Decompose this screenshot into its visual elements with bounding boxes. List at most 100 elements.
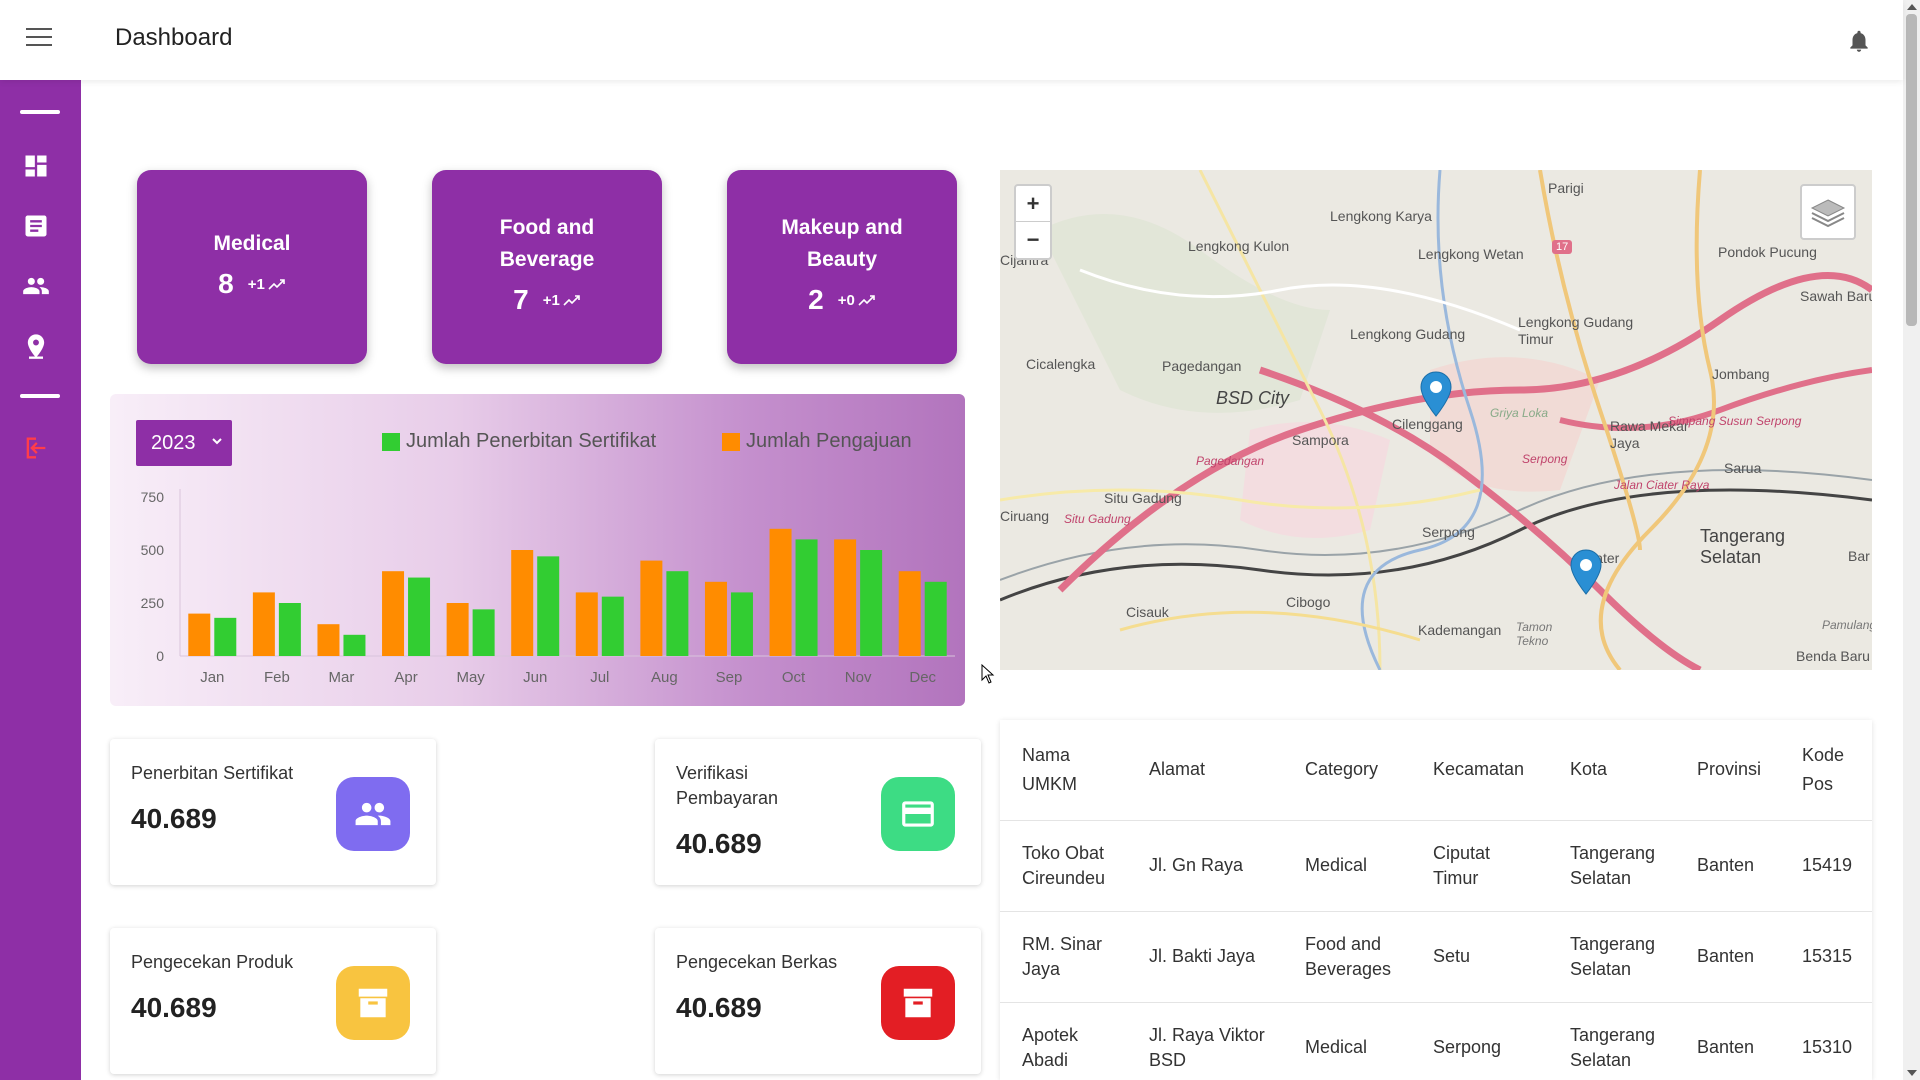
table-cell: Apotek Abadi: [1000, 1002, 1127, 1080]
bar-penerbitan: [924, 581, 947, 656]
map-label: Pondok Pucung: [1718, 244, 1817, 260]
road-label: Griya Loka: [1490, 406, 1549, 420]
road-label: Pamulang: [1822, 618, 1872, 632]
bar-penerbitan: [343, 634, 366, 656]
bar-penerbitan: [278, 603, 301, 656]
bar-pengajuan: [769, 528, 792, 656]
stat-icon-button[interactable]: [881, 966, 955, 1040]
bar-pengajuan: [446, 603, 469, 656]
category-count: 2: [808, 284, 824, 315]
table-cell: Tangerang Selatan: [1548, 911, 1675, 1003]
stat-card-verifikasi-pembayaran[interactable]: Verifikasi Pembayaran 40.689: [655, 739, 981, 885]
credit-card-icon: [902, 801, 934, 827]
y-tick-label: 250: [141, 595, 165, 611]
x-tick-label: Nov: [845, 669, 872, 686]
hamburger-menu-icon[interactable]: [26, 28, 52, 50]
archive-box-icon: [903, 988, 933, 1018]
x-tick-label: Feb: [264, 669, 290, 686]
map[interactable]: Parigi Lengkong Karya Lengkong Kulon Len…: [1000, 170, 1872, 670]
bar-penerbitan: [666, 571, 689, 656]
road-label: Pagedangan: [1196, 454, 1265, 468]
map-label: Ciruang: [1000, 508, 1050, 524]
x-tick-label: Jul: [590, 669, 609, 686]
stat-card-pengecekan-berkas[interactable]: Pengecekan Berkas 40.689: [655, 928, 981, 1074]
x-tick-label: Jun: [523, 669, 547, 686]
table-cell: Ciputat Timur: [1411, 820, 1548, 912]
scroll-up-arrow-icon[interactable]: [1907, 4, 1917, 10]
table-cell: 15310: [1780, 1002, 1872, 1080]
table-cell: 15419: [1780, 820, 1872, 912]
column-header[interactable]: Kecamatan: [1411, 720, 1548, 821]
map-layers-button[interactable]: [1800, 184, 1856, 240]
table-row[interactable]: RM. Sinar Jaya Jl. Bakti Jaya Food and B…: [1000, 911, 1872, 1003]
table-row[interactable]: Toko Obat Cireundeu Jl. Gn Raya Medical …: [1000, 820, 1872, 912]
zoom-in-button[interactable]: +: [1016, 186, 1050, 222]
column-header[interactable]: Alamat: [1127, 720, 1283, 821]
map-label: Serpong: [1422, 524, 1475, 540]
stat-icon-button[interactable]: [336, 777, 410, 851]
trending-up-icon: [858, 295, 875, 306]
scrollbar[interactable]: [1903, 0, 1920, 1080]
x-tick-label: Mar: [329, 669, 355, 686]
bar-penerbitan: [408, 577, 431, 656]
column-header[interactable]: Category: [1283, 720, 1411, 821]
category-delta: +1: [248, 276, 286, 293]
document-icon[interactable]: [22, 212, 50, 240]
x-tick-label: Apr: [394, 669, 417, 686]
category-card-medical[interactable]: Medical 8 +1: [137, 170, 367, 364]
logout-icon[interactable]: [22, 434, 50, 462]
bar-pengajuan: [898, 571, 921, 656]
bar-penerbitan: [537, 556, 560, 656]
road-label: Serpong: [1522, 452, 1568, 466]
dashboard-icon[interactable]: [22, 152, 50, 180]
zoom-out-button[interactable]: −: [1016, 222, 1050, 258]
table-cell: Banten: [1675, 911, 1780, 1003]
column-header[interactable]: Provinsi: [1675, 720, 1780, 821]
map-label: Cibogo: [1286, 594, 1331, 610]
category-delta: +0: [838, 292, 876, 309]
trending-up-icon: [268, 279, 285, 290]
road-label: Jalan Ciater Raya: [1614, 478, 1710, 492]
table-cell: Toko Obat Cireundeu: [1000, 820, 1127, 912]
category-delta: +1: [543, 292, 581, 309]
map-label: Cisauk: [1126, 604, 1169, 620]
people-icon[interactable]: [22, 272, 50, 300]
map-label: Sawah Baru: [1800, 288, 1872, 304]
stat-value: 40.689: [131, 803, 217, 834]
layers-icon: [1810, 199, 1846, 228]
location-pin-icon[interactable]: [22, 332, 50, 360]
bar-pengajuan: [382, 571, 405, 656]
category-card-makeup-and-beauty[interactable]: Makeup and Beauty 2 +0: [727, 170, 957, 364]
sidebar: [0, 80, 81, 1080]
x-tick-label: Sep: [716, 669, 743, 686]
stat-card-penerbitan-sertifikat[interactable]: Penerbitan Sertifikat 40.689: [110, 739, 436, 885]
bar-pengajuan: [511, 550, 534, 656]
map-marker-icon[interactable]: [1569, 548, 1603, 596]
column-header[interactable]: Nama UMKM: [1000, 720, 1127, 821]
map-label: Lengkong Kulon: [1188, 238, 1290, 254]
stat-icon-button[interactable]: [881, 777, 955, 851]
map-label: Sampora: [1292, 432, 1349, 448]
table-cell: RM. Sinar Jaya: [1000, 911, 1127, 1003]
category-card-food-and-beverage[interactable]: Food and Beverage 7 +1: [432, 170, 662, 364]
map-label: Pagedangan: [1162, 358, 1242, 374]
scroll-down-arrow-icon[interactable]: [1907, 1070, 1917, 1076]
stat-label: Verifikasi Pembayaran: [676, 763, 779, 808]
stat-card-pengecekan-produk[interactable]: Pengecekan Produk 40.689: [110, 928, 436, 1074]
map-label: Jombang: [1712, 366, 1770, 382]
table-cell: Tangerang Selatan: [1548, 1002, 1675, 1080]
table-cell: Banten: [1675, 1002, 1780, 1080]
table-row[interactable]: Apotek Abadi Jl. Raya Viktor BSD Medical…: [1000, 1002, 1872, 1080]
column-header[interactable]: Kota: [1548, 720, 1675, 821]
stat-icon-button[interactable]: [336, 966, 410, 1040]
map-label: Lengkong Wetan: [1418, 246, 1524, 262]
x-tick-label: May: [456, 669, 485, 686]
map-marker-icon[interactable]: [1419, 370, 1453, 418]
notification-bell-icon[interactable]: [1846, 26, 1872, 56]
scroll-thumb[interactable]: [1906, 14, 1917, 326]
sidebar-divider: [20, 110, 60, 114]
map-label: BSD City: [1216, 388, 1290, 408]
category-count: 7: [513, 284, 529, 315]
column-header[interactable]: Kode Pos: [1780, 720, 1872, 821]
bar-penerbitan: [860, 550, 883, 656]
